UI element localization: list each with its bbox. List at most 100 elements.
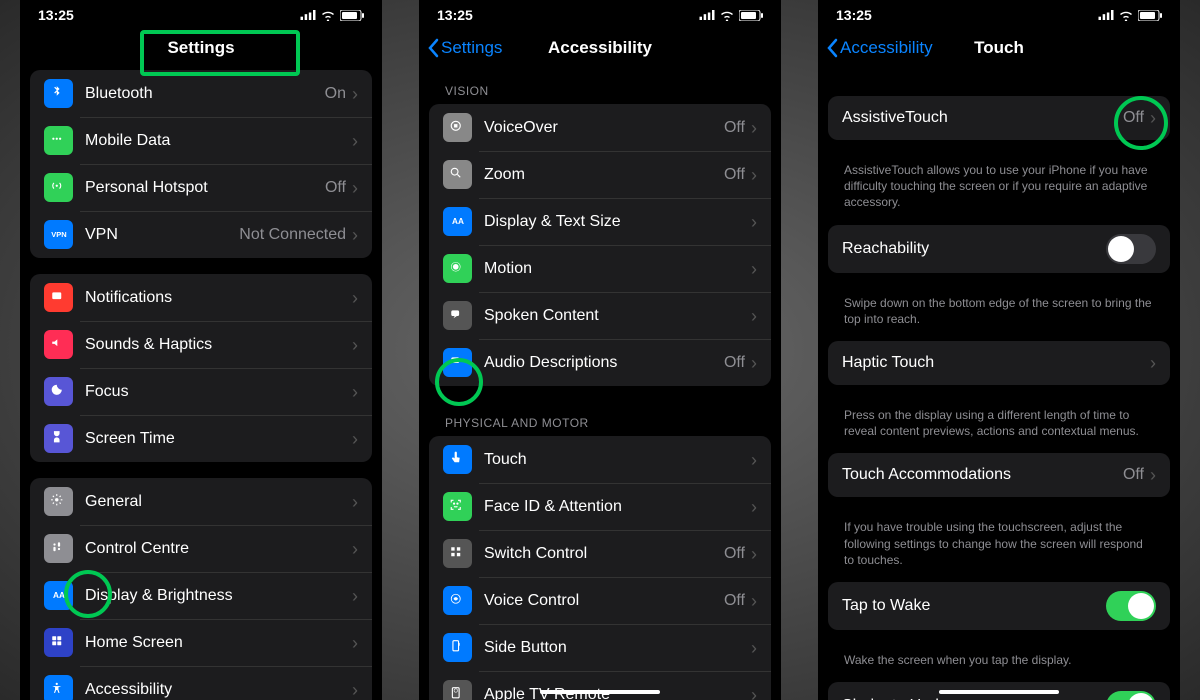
settings-row[interactable]: Haptic Touch›	[828, 341, 1170, 385]
home-indicator[interactable]	[540, 690, 660, 694]
settings-row[interactable]: VPNVPNNot Connected›	[30, 211, 372, 258]
toggle[interactable]	[1106, 591, 1156, 621]
status-icons	[699, 10, 763, 21]
chevron-right-icon: ›	[751, 451, 757, 469]
row-value: Off	[724, 592, 745, 610]
settings-row[interactable]: Screen Time›	[30, 415, 372, 462]
chevron-right-icon: ›	[751, 686, 757, 700]
accessibility-content[interactable]: VISIONVoiceOverOff›ZoomOff›AADisplay & T…	[419, 70, 781, 700]
settings-row[interactable]: AADisplay & Brightness›	[30, 572, 372, 619]
row-value: Off	[1123, 466, 1144, 484]
settings-row[interactable]: Reachability	[828, 225, 1170, 273]
touch-icon	[443, 445, 472, 474]
chevron-right-icon: ›	[352, 540, 358, 558]
voice-icon	[443, 586, 472, 615]
row-label: Spoken Content	[484, 307, 751, 325]
settings-row[interactable]: Side Button›	[429, 624, 771, 671]
settings-row[interactable]: General›	[30, 478, 372, 525]
home-indicator[interactable]	[939, 690, 1059, 694]
touch-content[interactable]: AssistiveTouchOff› AssistiveTouch allows …	[818, 70, 1180, 700]
row-label: Switch Control	[484, 545, 724, 563]
settings-content[interactable]: BluetoothOn›Mobile Data›Personal Hotspot…	[20, 70, 382, 700]
row-label: Notifications	[85, 289, 352, 307]
settings-row[interactable]: ZoomOff›	[429, 151, 771, 198]
settings-row[interactable]: VoiceOverOff›	[429, 104, 771, 151]
settings-row[interactable]: Switch ControlOff›	[429, 530, 771, 577]
settings-group: Reachability	[828, 225, 1170, 273]
settings-row[interactable]: BluetoothOn›	[30, 70, 372, 117]
row-value: Off	[1123, 109, 1144, 127]
row-label: Mobile Data	[85, 132, 352, 150]
back-button[interactable]: Settings	[425, 38, 502, 58]
settings-row[interactable]: Touch›	[429, 436, 771, 483]
chevron-right-icon: ›	[352, 493, 358, 511]
toggle[interactable]	[1106, 691, 1156, 700]
settings-row[interactable]: AssistiveTouchOff›	[828, 96, 1170, 140]
status-icons	[300, 10, 364, 21]
settings-row[interactable]: Touch AccommodationsOff›	[828, 453, 1170, 497]
status-bar: 13:25	[818, 0, 1180, 26]
footer-text: AssistiveTouch allows you to use your iP…	[828, 156, 1170, 225]
status-time: 13:25	[836, 7, 872, 23]
settings-row[interactable]: Accessibility›	[30, 666, 372, 700]
row-value: Not Connected	[239, 226, 346, 244]
display-icon: AA	[44, 581, 73, 610]
chevron-right-icon: ›	[751, 307, 757, 325]
side-icon	[443, 633, 472, 662]
chevron-right-icon: ›	[352, 634, 358, 652]
settings-row[interactable]: Control Centre›	[30, 525, 372, 572]
svg-text:AA: AA	[53, 591, 65, 600]
chevron-right-icon: ›	[352, 289, 358, 307]
appletv-icon	[443, 680, 472, 700]
row-label: Audio Descriptions	[484, 354, 724, 372]
settings-row[interactable]: AADisplay & Text Size›	[429, 198, 771, 245]
toggle[interactable]	[1106, 234, 1156, 264]
footer-text: Press on the display using a different l…	[828, 401, 1170, 453]
row-label: Zoom	[484, 166, 724, 184]
chevron-right-icon: ›	[352, 85, 358, 103]
settings-row[interactable]: Motion›	[429, 245, 771, 292]
settings-row[interactable]: Tap to Wake	[828, 582, 1170, 630]
settings-row[interactable]: Apple TV Remote›	[429, 671, 771, 700]
status-bar: 13:25	[20, 0, 382, 26]
svg-text:AA: AA	[452, 217, 464, 226]
chevron-right-icon: ›	[751, 213, 757, 231]
footer-text: Wake the screen when you tap the display…	[828, 646, 1170, 682]
settings-row[interactable]: Home Screen›	[30, 619, 372, 666]
back-button[interactable]: Accessibility	[824, 38, 933, 58]
chevron-right-icon: ›	[352, 430, 358, 448]
settings-row[interactable]: Notifications›	[30, 274, 372, 321]
settings-group: Tap to Wake	[828, 582, 1170, 630]
settings-row[interactable]: Spoken Content›	[429, 292, 771, 339]
settings-group: AssistiveTouchOff›	[828, 96, 1170, 140]
page-title: Settings	[20, 38, 382, 58]
notif-icon	[44, 283, 73, 312]
chevron-right-icon: ›	[751, 354, 757, 372]
row-value: Off	[724, 545, 745, 563]
settings-row[interactable]: Sounds & Haptics›	[30, 321, 372, 368]
row-value: Off	[325, 179, 346, 197]
nav-bar: Settings Accessibility	[419, 26, 781, 70]
chevron-right-icon: ›	[751, 119, 757, 137]
settings-row[interactable]: Voice ControlOff ›	[429, 577, 771, 624]
settings-group: Touch AccommodationsOff›	[828, 453, 1170, 497]
chevron-right-icon: ›	[751, 639, 757, 657]
settings-row[interactable]: Audio DescriptionsOff›	[429, 339, 771, 386]
settings-row[interactable]: Focus›	[30, 368, 372, 415]
settings-row[interactable]: Personal HotspotOff›	[30, 164, 372, 211]
sound-icon	[44, 330, 73, 359]
hotspot-icon	[44, 173, 73, 202]
chevron-right-icon: ›	[1150, 466, 1156, 484]
status-time: 13:25	[38, 7, 74, 23]
chevron-right-icon: ›	[751, 498, 757, 516]
footer-text: Swipe down on the bottom edge of the scr…	[828, 289, 1170, 341]
chevron-right-icon: ›	[352, 681, 358, 699]
row-label: Voice Control	[484, 592, 724, 610]
row-label: General	[85, 493, 352, 511]
chevron-right-icon: ›	[751, 592, 757, 610]
settings-row[interactable]: Face ID & Attention›	[429, 483, 771, 530]
settings-row[interactable]: Mobile Data›	[30, 117, 372, 164]
row-label: Face ID & Attention	[484, 498, 751, 516]
footer-text: If you have trouble using the touchscree…	[828, 513, 1170, 582]
row-label: Tap to Wake	[842, 597, 1106, 615]
